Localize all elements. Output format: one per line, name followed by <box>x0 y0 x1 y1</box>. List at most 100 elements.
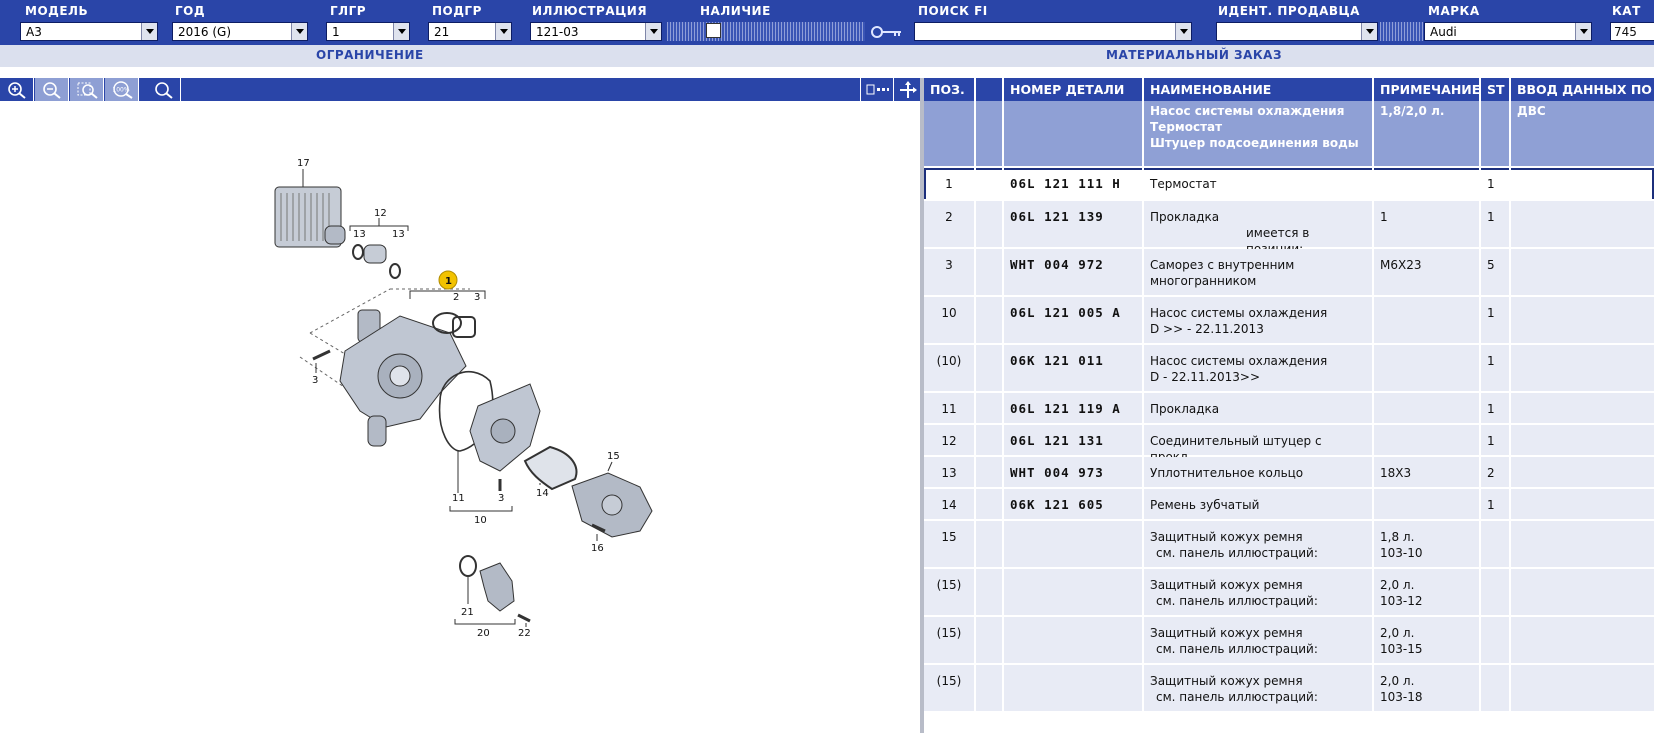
magnifier-button[interactable] <box>147 78 181 101</box>
vertical-scrollbar[interactable] <box>1648 270 1654 470</box>
col-st-header[interactable]: ST <box>1481 78 1511 101</box>
st-cell: 1 <box>1481 393 1511 425</box>
note-cell <box>1374 345 1481 393</box>
col-note-header[interactable]: ПРИМЕЧАНИЕ <box>1374 78 1481 101</box>
callout-3b[interactable]: 3 <box>312 375 318 386</box>
zoom-100-button[interactable]: 100% <box>105 78 139 101</box>
flag-cell <box>976 617 1004 665</box>
catalog-field[interactable]: 745 <box>1610 22 1654 41</box>
illustration-panel[interactable]: 17 12 13 13 1 2 3 3 15 16 11 10 3 14 21 … <box>0 101 920 733</box>
exploded-parts-diagram[interactable]: 17 12 13 13 1 2 3 3 15 16 11 10 3 14 21 … <box>0 101 920 733</box>
part-name-detail: см. панель иллюстраций: <box>1156 690 1318 704</box>
chevron-down-icon[interactable] <box>1175 23 1191 40</box>
st-cell <box>1481 569 1511 617</box>
col-data-header[interactable]: ВВОД ДАННЫХ ПО <box>1511 78 1654 101</box>
part-no-cell <box>1004 617 1144 665</box>
seller-id-select[interactable] <box>1216 22 1378 41</box>
col-pos-header[interactable]: ПОЗ. <box>924 78 976 101</box>
filter-bar: МОДЕЛЬ A3 ГОД 2016 (G) ГЛГР 1 ПОДГР 21 И… <box>0 0 1654 45</box>
parts-table: ПОЗ. НОМЕР ДЕТАЛИ НАИМЕНОВАНИЕ ПРИМЕЧАНИ… <box>924 78 1654 733</box>
chevron-down-icon[interactable] <box>141 23 157 40</box>
material-order-tab[interactable]: МАТЕРИАЛЬНЫЙ ЗАКАЗ <box>1106 48 1282 62</box>
table-row[interactable]: 12 06L 121 131 Соединительный штуцер с про… <box>924 425 1654 464</box>
part-number-value: 06K 121 605 <box>1010 497 1104 512</box>
table-row[interactable]: 11 06L 121 119 A Прокладка 1 <box>924 393 1654 425</box>
brand-select[interactable]: Audi <box>1424 22 1592 41</box>
callout-2[interactable]: 2 <box>453 292 459 303</box>
callout-13b[interactable]: 13 <box>392 229 405 240</box>
catalog-value: 745 <box>1614 25 1637 39</box>
table-row[interactable]: (10) 06K 121 011 Насос системы охлаждения D… <box>924 345 1654 393</box>
table-row[interactable]: (15) Защитный кожух ремня см. панель иллюс… <box>924 617 1654 665</box>
key-icon[interactable] <box>870 24 904 40</box>
callout-15[interactable]: 15 <box>607 451 620 462</box>
table-row[interactable]: 14 06K 121 605 Ремень зубчатый 1 <box>924 489 1654 521</box>
callout-12[interactable]: 12 <box>374 208 387 219</box>
data-cell <box>1511 457 1654 489</box>
chevron-down-icon[interactable] <box>1575 23 1591 40</box>
note-cell: 18X3 <box>1374 457 1481 489</box>
year-select[interactable]: 2016 (G) <box>172 22 308 41</box>
search-fi-select[interactable] <box>914 22 1192 41</box>
zoom-area-button[interactable] <box>70 78 104 101</box>
model-select[interactable]: A3 <box>20 22 158 41</box>
table-row[interactable]: 10 06L 121 005 A Насос системы охлаждения D… <box>924 297 1654 345</box>
callout-13a[interactable]: 13 <box>353 229 366 240</box>
part-number-value: 06L 121 131 <box>1010 433 1104 448</box>
note-value: 18X3 <box>1380 466 1412 480</box>
callout-22[interactable]: 22 <box>518 628 531 639</box>
note-cell: 2,0 л. 103-15 <box>1374 617 1481 665</box>
illustration-label: ИЛЛЮСТРАЦИЯ <box>532 4 648 18</box>
part-no-cell: 06L 121 139 <box>1004 201 1144 249</box>
callout-11[interactable]: 11 <box>452 493 465 504</box>
group-header-pos-cell <box>924 101 976 168</box>
layout-toggle-button[interactable] <box>860 78 894 101</box>
zoom-out-button[interactable] <box>35 78 69 101</box>
callout-3c[interactable]: 3 <box>498 493 504 504</box>
note-detail: 103-12 <box>1380 594 1423 608</box>
pos-cell: 11 <box>924 393 976 425</box>
chevron-down-icon[interactable] <box>1361 23 1377 40</box>
table-row[interactable]: 3 WHT 004 972 Саморез с внутренним многогра… <box>924 249 1654 297</box>
callout-3a[interactable]: 3 <box>474 292 480 303</box>
table-row-selected[interactable]: 1 06L 121 111 H Термостат 1 <box>924 168 1654 201</box>
data-cell <box>1511 345 1654 393</box>
restriction-tab[interactable]: ОГРАНИЧЕНИЕ <box>316 48 424 62</box>
sub-group-select[interactable]: 21 <box>428 22 512 41</box>
main-group-select[interactable]: 1 <box>326 22 410 41</box>
callout-20[interactable]: 20 <box>477 628 490 639</box>
availability-checkbox[interactable] <box>706 23 721 38</box>
illustration-value: 121-03 <box>536 25 579 39</box>
table-row[interactable]: 15 Защитный кожух ремня см. панель иллюстр… <box>924 521 1654 569</box>
model-label: МОДЕЛЬ <box>25 4 89 18</box>
illustration-select[interactable]: 121-03 <box>530 22 662 41</box>
callout-14[interactable]: 14 <box>536 488 549 499</box>
table-row[interactable]: 2 06L 121 139 Прокладкаимеется в позиции: 1… <box>924 201 1654 256</box>
callout-10[interactable]: 10 <box>474 515 487 526</box>
name-cell: Защитный кожух ремня см. панель иллюстрац… <box>1144 617 1374 665</box>
zoom-in-button[interactable] <box>0 78 34 101</box>
pos-cell: 10 <box>924 297 976 345</box>
callout-21[interactable]: 21 <box>461 607 474 618</box>
chevron-down-icon[interactable] <box>393 23 409 40</box>
flag-cell <box>976 345 1004 393</box>
col-part-no-header[interactable]: НОМЕР ДЕТАЛИ <box>1004 78 1144 101</box>
chevron-down-icon[interactable] <box>495 23 511 40</box>
part-number-value: 06L 121 139 <box>1010 209 1104 224</box>
pos-cell: (15) <box>924 569 976 617</box>
pos-cell: 2 <box>924 201 976 249</box>
table-row[interactable]: (15) Защитный кожух ремня см. панель иллюс… <box>924 569 1654 617</box>
chevron-down-icon[interactable] <box>291 23 307 40</box>
st-value: 1 <box>1487 498 1495 512</box>
table-row[interactable]: 13 WHT 004 973 Уплотнительное кольцо 18X3 2 <box>924 457 1654 489</box>
callout-16[interactable]: 16 <box>591 543 604 554</box>
callout-17[interactable]: 17 <box>297 158 310 169</box>
pan-button[interactable] <box>895 78 920 101</box>
col-name-header[interactable]: НАИМЕНОВАНИЕ <box>1144 78 1374 101</box>
name-cell: Защитный кожух ремня см. панель иллюстрац… <box>1144 521 1374 569</box>
chevron-down-icon[interactable] <box>645 23 661 40</box>
callout-1[interactable]: 1 <box>445 276 452 287</box>
table-row[interactable]: (15) Защитный кожух ремня см. панель иллюс… <box>924 665 1654 713</box>
zoom-in-icon <box>8 82 26 99</box>
note-value: 2,0 л. <box>1380 578 1415 592</box>
